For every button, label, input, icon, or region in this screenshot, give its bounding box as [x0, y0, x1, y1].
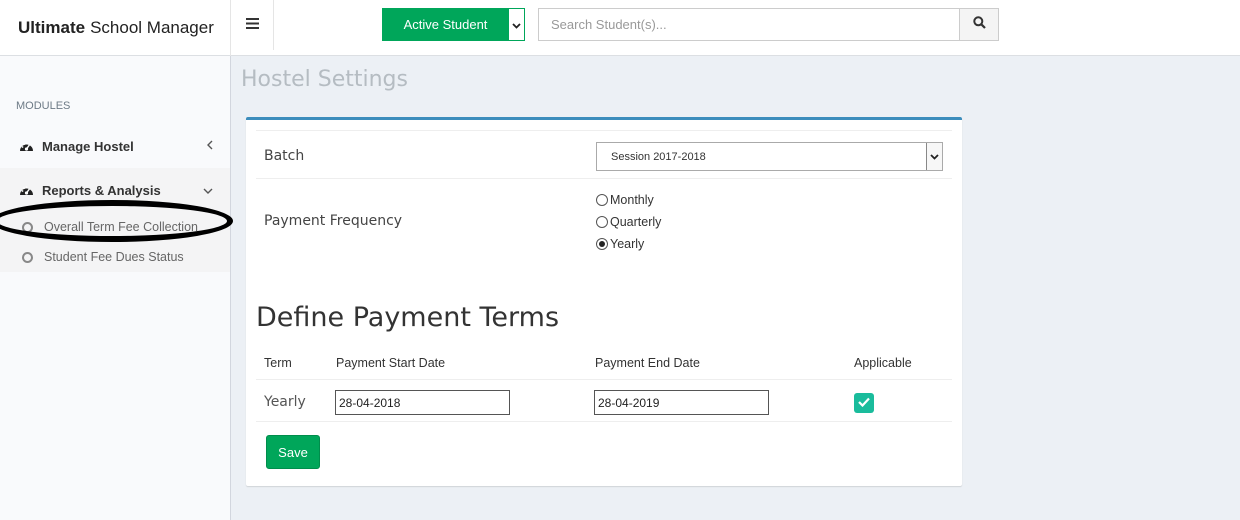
radio-button[interactable]: [596, 194, 608, 206]
student-search: [538, 8, 999, 41]
applicable-checkbox[interactable]: [854, 393, 874, 413]
brand-bold: Ultimate: [18, 18, 86, 37]
hostel-settings-box: Batch Session 2017-2018 Payment Frequenc…: [246, 117, 962, 486]
checkmark-icon: [858, 394, 870, 412]
divider: [256, 421, 952, 422]
chevron-down-icon: [203, 183, 213, 197]
radio-button-selected[interactable]: [596, 238, 608, 250]
divider: [256, 379, 952, 380]
batch-select-value: Session 2017-2018: [611, 150, 706, 163]
sidebar-item-reports-analysis[interactable]: Reports & Analysis: [0, 168, 230, 212]
submenu-item-student-fee-dues-status[interactable]: Student Fee Dues Status: [0, 242, 230, 272]
top-header: Ultimate School Manager Active Student: [0, 0, 1240, 56]
active-student-dropdown[interactable]: Active Student: [382, 8, 525, 41]
brand-logo[interactable]: Ultimate School Manager: [0, 0, 231, 56]
dashboard-icon: [19, 140, 35, 153]
hamburger-icon: [245, 16, 259, 34]
batch-label: Batch: [264, 148, 305, 164]
active-student-caret-button[interactable]: [508, 9, 524, 40]
radio-yearly[interactable]: Yearly: [596, 237, 644, 251]
payment-frequency-label: Payment Frequency: [264, 213, 403, 229]
radio-button[interactable]: [596, 216, 608, 228]
reports-submenu: Overall Term Fee Collection Student Fee …: [0, 212, 230, 272]
active-student-button[interactable]: Active Student: [383, 9, 508, 40]
radio-label: Monthly: [610, 193, 654, 207]
search-input[interactable]: [539, 9, 959, 40]
sidebar-item-label: Reports & Analysis: [42, 182, 161, 198]
search-icon: [972, 15, 986, 34]
sidebar: MODULES Manage Hostel Reports & Analysis…: [0, 56, 233, 520]
circle-icon: [22, 221, 33, 233]
submenu-item-label: Student Fee Dues Status: [44, 250, 184, 264]
radio-quarterly[interactable]: Quarterly: [596, 215, 661, 229]
sidebar-toggle-button[interactable]: [231, 0, 274, 50]
sidebar-item-label: Manage Hostel: [42, 138, 134, 154]
submenu-item-overall-term-fee-collection[interactable]: Overall Term Fee Collection: [0, 212, 230, 242]
radio-monthly[interactable]: Monthly: [596, 193, 654, 207]
section-title: Define Payment Terms: [256, 302, 560, 333]
table-header-start-date: Payment Start Date: [336, 356, 446, 370]
table-header-applicable: Applicable: [854, 356, 912, 370]
divider: [256, 178, 952, 179]
sidebar-item-manage-hostel[interactable]: Manage Hostel: [0, 124, 230, 168]
table-header-end-date: Payment End Date: [595, 356, 700, 370]
chevron-down-icon: [512, 16, 521, 34]
save-button[interactable]: Save: [266, 435, 320, 469]
sidebar-section-label: MODULES: [16, 100, 71, 112]
batch-select[interactable]: Session 2017-2018: [596, 142, 943, 171]
chevron-left-icon: [207, 139, 213, 153]
submenu-item-label: Overall Term Fee Collection: [44, 220, 198, 234]
payment-start-date-input[interactable]: [335, 390, 510, 415]
dashboard-icon: [19, 184, 35, 197]
chevron-down-icon: [926, 143, 942, 170]
circle-icon: [22, 251, 33, 263]
table-cell-term: Yearly: [264, 394, 306, 410]
divider: [256, 130, 952, 131]
radio-label: Quarterly: [610, 215, 662, 229]
radio-dot-icon: [599, 241, 605, 247]
search-button[interactable]: [959, 9, 998, 40]
page-title: Hostel Settings: [241, 67, 408, 92]
payment-end-date-input[interactable]: [594, 390, 769, 415]
brand-rest: School Manager: [90, 18, 214, 37]
radio-label: Yearly: [610, 237, 645, 251]
table-header-term: Term: [264, 356, 292, 370]
